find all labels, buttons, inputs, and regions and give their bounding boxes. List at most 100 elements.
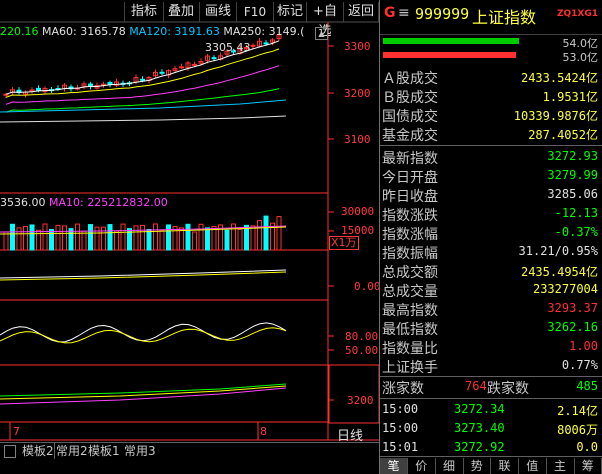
menu-icon[interactable]: ≡: [398, 5, 410, 21]
volume-bar: [16, 227, 22, 251]
stat-label: 今日开盘: [382, 170, 438, 186]
stat-value: -0.37%: [554, 225, 598, 239]
tab-common2[interactable]: 常用2: [56, 443, 88, 459]
tick-volume: 2.14亿: [557, 404, 598, 418]
volume-bar: [55, 224, 61, 251]
draw-line-button[interactable]: 画线: [200, 2, 237, 22]
back-button[interactable]: 返回: [344, 2, 379, 22]
panel-tab[interactable]: 筹: [574, 458, 602, 474]
indicator2-axis-label: 50.00: [345, 344, 379, 357]
candle-body: [263, 42, 269, 45]
turnover-row: 基金成交 287.4052亿: [380, 125, 602, 144]
stat-label: 指数量比: [382, 341, 438, 357]
ma60-value: MA60: 3165.78: [42, 25, 126, 38]
volume-bar: [153, 223, 158, 251]
volume-bar: [146, 228, 152, 251]
volume-bar: [198, 223, 204, 251]
volume-bar: [10, 223, 15, 251]
volume-bar: [250, 225, 256, 251]
stock-code: 999999: [415, 5, 470, 23]
tick-time: 15:01: [382, 440, 419, 454]
stat-row: 上证换手 0.77%: [380, 357, 602, 376]
market-breadth-row: 涨家数 764 跌家数 485: [380, 378, 602, 397]
volume-bar: [29, 224, 35, 251]
sub-ma-line: [0, 387, 287, 405]
tab-template2[interactable]: 模板2: [22, 443, 54, 459]
ma-legend: 220.16 MA60: 3165.78 MA120: 3191.63 MA25…: [0, 25, 304, 38]
turnover-label: Ａ股成交: [382, 71, 438, 87]
candle-body: [159, 71, 165, 74]
turnover-label: 基金成交: [382, 128, 438, 144]
indicator-button[interactable]: 指标: [124, 2, 164, 22]
volume-bar: [107, 224, 113, 251]
high-price-label: 3305.43: [205, 41, 251, 54]
panel-tab[interactable]: 值: [519, 458, 547, 474]
candle-body: [140, 78, 145, 81]
turnover-value: 2433.5424亿: [520, 71, 598, 85]
stat-label: 上证换手: [382, 360, 438, 376]
add-watchlist-button[interactable]: +自选: [307, 2, 344, 39]
stat-label: 指数涨跌: [382, 208, 438, 224]
kline-chart-area[interactable]: [0, 0, 380, 474]
indicator2-axis-label: 80.00: [345, 330, 379, 343]
candle-body: [3, 93, 9, 96]
price-axis-label: 3200: [344, 87, 371, 100]
panel-tab[interactable]: 笔: [380, 458, 408, 474]
down-count-value: 485: [576, 379, 598, 393]
panel-tab[interactable]: 价: [408, 458, 436, 474]
stat-row: 指数涨跌 -12.13: [380, 205, 602, 224]
stat-value: 3279.99: [547, 168, 598, 182]
template-tab-bar: 模板2 常用2 模板1 常用3: [0, 442, 380, 459]
turnover-row: 国债成交 10339.9876亿: [380, 106, 602, 125]
panel-header: G ≡ 999999 上证指数 ZQ1XG1: [380, 0, 602, 30]
volume-bar: [185, 223, 191, 251]
panel-tab[interactable]: 联: [491, 458, 519, 474]
tab-template1[interactable]: 模板1: [88, 443, 120, 459]
volume-bar: [179, 227, 184, 251]
tick-price: 3273.40: [454, 421, 505, 435]
volume-bar: [75, 223, 80, 251]
panel-tab[interactable]: 势: [463, 458, 492, 474]
stat-label: 指数涨幅: [382, 227, 438, 243]
tick-volume: 8006万: [557, 423, 598, 437]
candle-body: [250, 44, 256, 47]
volume-bar: [224, 229, 230, 251]
tick-time: 15:00: [382, 402, 419, 416]
panel-tab[interactable]: 主: [547, 458, 575, 474]
candle-body: [179, 66, 184, 69]
overlay-button[interactable]: 叠加: [163, 2, 200, 22]
volume-bar: [133, 225, 139, 251]
volume-bar: [88, 224, 93, 251]
stat-value: 3293.37: [547, 301, 598, 315]
candle-body: [192, 63, 197, 66]
price-axis-label: 3100: [344, 133, 371, 146]
volume-unit-badge[interactable]: X1万: [329, 236, 359, 250]
stat-value: 0.77%: [561, 358, 598, 372]
vol-ma10-value: MA10: 225212832.00: [49, 196, 168, 209]
f10-button[interactable]: F10: [237, 2, 274, 22]
stat-row: 昨日收盘 3285.06: [380, 186, 602, 205]
buy-strength-bar: [383, 38, 519, 44]
tab-scroll-icon[interactable]: [4, 445, 16, 458]
tick-time: 15:00: [382, 421, 419, 435]
mark-button[interactable]: 标记: [274, 2, 307, 22]
volume-bar: [276, 216, 282, 251]
stat-row: 最高指数 3293.37: [380, 300, 602, 319]
volume-bar: [192, 231, 197, 251]
stat-value: 3262.16: [547, 320, 598, 334]
panel-tab[interactable]: 细: [436, 458, 464, 474]
moving-average-line: [5, 65, 280, 105]
scroll-up-icon[interactable]: ▲: [315, 27, 328, 40]
indicator3-axis-label: 3200: [347, 394, 374, 407]
tab-common3[interactable]: 常用3: [124, 443, 156, 459]
strength-bars: 54.0亿 53.0亿: [380, 34, 602, 64]
volume-bar: [23, 225, 28, 251]
volume-bar: [244, 224, 249, 251]
sell-strength-value: 53.0亿: [562, 51, 599, 64]
macd-signal-line: [0, 271, 287, 281]
volume-bar: [68, 228, 74, 251]
stat-label: 昨日收盘: [382, 189, 438, 205]
stat-value: 3272.93: [547, 149, 598, 163]
stat-row: 最低指数 3262.16: [380, 319, 602, 338]
stat-row: 指数涨幅 -0.37%: [380, 224, 602, 243]
